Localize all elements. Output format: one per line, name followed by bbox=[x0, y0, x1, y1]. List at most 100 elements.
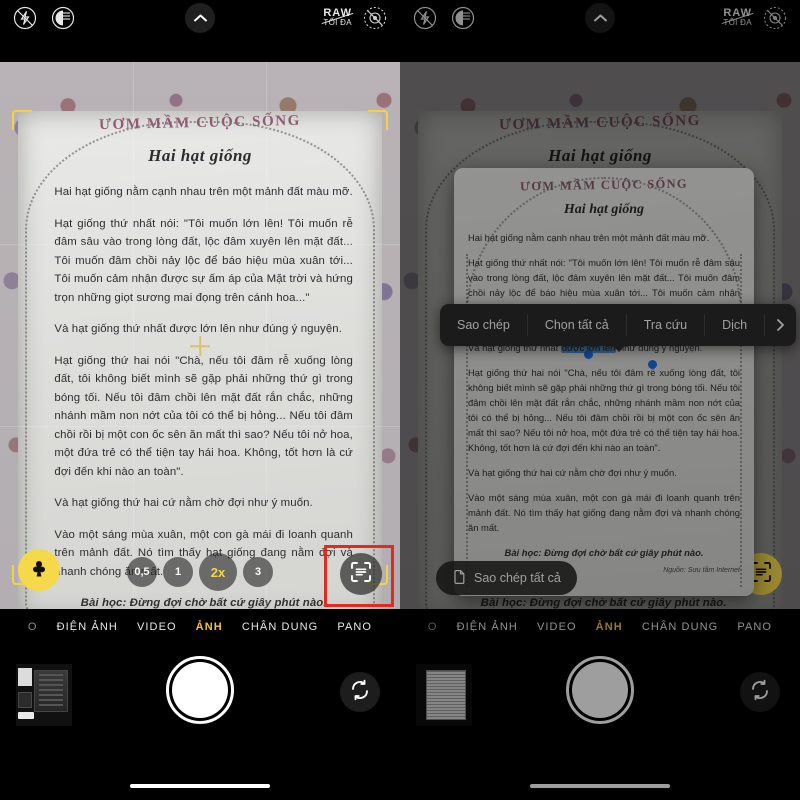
copy-all-label: Sao chép tất cả bbox=[474, 571, 561, 585]
top-bar-right-group: RAW TỐI ĐA bbox=[723, 5, 788, 31]
flash-off-icon[interactable] bbox=[412, 5, 438, 31]
tab-anh[interactable]: ẢNH bbox=[596, 621, 623, 633]
panel-moral: Bài học: Đừng đợi chờ bất cứ giây phút n… bbox=[504, 547, 704, 558]
raw-label: RAW bbox=[323, 7, 352, 19]
raw-max-label: TỐI ĐA bbox=[723, 18, 752, 27]
document-paragraph: Hạt giống thứ hai nói "Chà, nếu tôi đâm … bbox=[54, 354, 353, 478]
document-page: ƯƠM MẦM CUỘC SỐNG Hai hạt giống Hai hạt … bbox=[18, 111, 382, 609]
chevron-up-icon[interactable] bbox=[185, 3, 215, 33]
selection-handle-end[interactable] bbox=[648, 360, 657, 369]
live-text-panel[interactable]: ƯƠM MẦM CUỘC SỐNG Hai hạt giống Hai hạt … bbox=[454, 168, 754, 596]
tab-video[interactable]: VIDEO bbox=[537, 621, 577, 633]
phone-screen-left: RAW TỐI ĐA ƯƠM MẦM CUỘC SỐNG Hai hạt giố… bbox=[0, 0, 400, 800]
menu-item-sao-chep[interactable]: Sao chép bbox=[440, 314, 528, 336]
live-photo-off-icon[interactable] bbox=[362, 5, 388, 31]
mode-cut-left: O bbox=[27, 621, 38, 633]
shutter-inner bbox=[572, 662, 628, 718]
doc-corner-bracket-icon bbox=[12, 110, 32, 130]
top-bar-right-group: RAW TỐI ĐA bbox=[323, 5, 388, 31]
text-context-menu[interactable]: Sao chép Chọn tất cả Tra cứu Dịch bbox=[440, 304, 797, 352]
shutter-button[interactable] bbox=[166, 656, 234, 724]
camera-shutter-row bbox=[400, 650, 800, 740]
home-indicator bbox=[130, 784, 270, 788]
zoom-pill-3[interactable]: 3 bbox=[243, 557, 273, 587]
copy-all-button[interactable]: Sao chép tất cả bbox=[436, 561, 577, 595]
tab-dien-anh[interactable]: ĐIỆN ẢNH bbox=[457, 621, 518, 633]
live-text-scan-icon bbox=[349, 560, 373, 589]
camera-mode-bar[interactable]: O ĐIỆN ẢNH VIDEO ẢNH CHÂN DUNG PANO bbox=[0, 614, 400, 640]
thumbnail-strip-item bbox=[18, 668, 32, 686]
selection-handle-start[interactable] bbox=[584, 350, 593, 359]
tab-pano[interactable]: PANO bbox=[337, 621, 372, 633]
night-mode-icon[interactable] bbox=[450, 5, 476, 31]
flash-off-icon[interactable] bbox=[12, 5, 38, 31]
focus-grid-line bbox=[0, 426, 400, 428]
panel-decor-arc bbox=[466, 176, 742, 314]
thumbnail-window bbox=[34, 670, 68, 712]
macro-mode-button[interactable] bbox=[18, 549, 60, 591]
document-banner: ƯƠM MẦM CUỘC SỐNG bbox=[98, 113, 302, 134]
raw-max-toggle[interactable]: RAW TỐI ĐA bbox=[723, 7, 752, 28]
camera-shutter-row bbox=[0, 650, 400, 740]
copy-document-icon bbox=[452, 569, 467, 588]
tab-chan-dung[interactable]: CHÂN DUNG bbox=[242, 621, 319, 633]
tab-anh[interactable]: ẢNH bbox=[196, 621, 223, 633]
phone-screen-right: RAW TỐI ĐA ƯƠM MẦM CUỘC SỐNG Hai hạt giố… bbox=[400, 0, 800, 800]
shutter-button[interactable] bbox=[566, 656, 634, 724]
shutter-inner bbox=[172, 662, 228, 718]
panel-banner: ƯƠM MẦM CUỘC SỐNG bbox=[519, 176, 688, 194]
tab-video[interactable]: VIDEO bbox=[137, 621, 177, 633]
top-bar-left-group bbox=[412, 5, 476, 31]
focus-grid-line bbox=[266, 62, 268, 609]
tab-dien-anh[interactable]: ĐIỆN ẢNH bbox=[57, 621, 118, 633]
focus-grid-line bbox=[0, 244, 400, 246]
document-paragraph: Và hạt giống thứ hai cứ nằm chờ đợi như … bbox=[54, 497, 313, 510]
screenshot-pair: RAW TỐI ĐA ƯƠM MẦM CUỘC SỐNG Hai hạt giố… bbox=[0, 0, 800, 800]
camera-top-bar: RAW TỐI ĐA bbox=[400, 0, 800, 36]
menu-item-chon-tat-ca[interactable]: Chọn tất cả bbox=[528, 314, 627, 336]
thumbnail-document-preview bbox=[426, 670, 466, 720]
raw-label: RAW bbox=[723, 7, 752, 19]
live-photo-off-icon[interactable] bbox=[762, 5, 788, 31]
camera-viewfinder-right[interactable]: ƯƠM MẦM CUỘC SỐNG Hai hạt giống Hai hạt … bbox=[400, 62, 800, 609]
zoom-pill-0-5[interactable]: 0,5 bbox=[127, 557, 157, 587]
macro-flower-icon bbox=[28, 557, 50, 584]
thumbnail-strip-item bbox=[18, 712, 34, 719]
tab-chan-dung[interactable]: CHÂN DUNG bbox=[642, 621, 719, 633]
zoom-pill-2x[interactable]: 2x bbox=[199, 553, 237, 591]
mode-cut-left: O bbox=[427, 621, 438, 633]
panel-paragraph: Vào một sáng mùa xuân, một con gà mái đi… bbox=[468, 492, 740, 533]
live-text-scan-button[interactable] bbox=[340, 553, 382, 595]
camera-viewfinder-left[interactable]: ƯƠM MẦM CUỘC SỐNG Hai hạt giống Hai hạt … bbox=[0, 62, 400, 609]
panel-paragraph: Và hạt giống thứ hai cứ nằm chờ đợi như … bbox=[468, 467, 677, 478]
document-body: Hai hạt giống nằm cạnh nhau trên một mản… bbox=[54, 183, 353, 609]
menu-item-tra-cuu[interactable]: Tra cứu bbox=[627, 314, 706, 336]
chevron-right-icon[interactable] bbox=[765, 314, 796, 336]
document-header: ƯƠM MẦM CUỘC SỐNG Hai hạt giống bbox=[18, 113, 382, 166]
zoom-pill-1[interactable]: 1 bbox=[163, 557, 193, 587]
menu-item-dich[interactable]: Dịch bbox=[705, 314, 766, 336]
chevron-up-icon[interactable] bbox=[585, 3, 615, 33]
focus-grid-line bbox=[133, 62, 135, 609]
raw-max-toggle[interactable]: RAW TỐI ĐA bbox=[323, 7, 352, 28]
home-indicator bbox=[530, 784, 670, 788]
night-mode-icon[interactable] bbox=[50, 5, 76, 31]
camera-mode-bar[interactable]: O ĐIỆN ẢNH VIDEO ẢNH CHÂN DUNG PANO bbox=[400, 614, 800, 640]
camera-flip-icon bbox=[348, 678, 372, 707]
camera-flip-button[interactable] bbox=[740, 672, 780, 712]
doc-corner-bracket-icon bbox=[368, 110, 388, 130]
raw-max-label: TỐI ĐA bbox=[323, 18, 352, 27]
top-bar-left-group bbox=[12, 5, 76, 31]
camera-top-bar: RAW TỐI ĐA bbox=[0, 0, 400, 36]
last-photo-thumbnail[interactable] bbox=[416, 664, 472, 726]
zoom-level-selector[interactable]: 0,5 1 2x 3 bbox=[127, 553, 273, 591]
document-paragraph: Hạt giống thứ nhất nói: "Tôi muốn lớn lê… bbox=[54, 217, 353, 304]
document-paragraph: Hai hạt giống nằm cạnh nhau trên một mản… bbox=[54, 186, 353, 199]
tab-pano[interactable]: PANO bbox=[737, 621, 772, 633]
document-moral: Bài học: Đừng đợi chờ bất cứ giây phút n… bbox=[80, 597, 327, 609]
focus-crosshair-icon bbox=[190, 336, 210, 356]
document-title: Hai hạt giống bbox=[148, 146, 252, 166]
camera-flip-button[interactable] bbox=[340, 672, 380, 712]
panel-paragraph: Hạt giống thứ hai nói "Chà, nếu tôi đâm … bbox=[468, 367, 740, 453]
last-photo-thumbnail[interactable] bbox=[16, 664, 72, 726]
